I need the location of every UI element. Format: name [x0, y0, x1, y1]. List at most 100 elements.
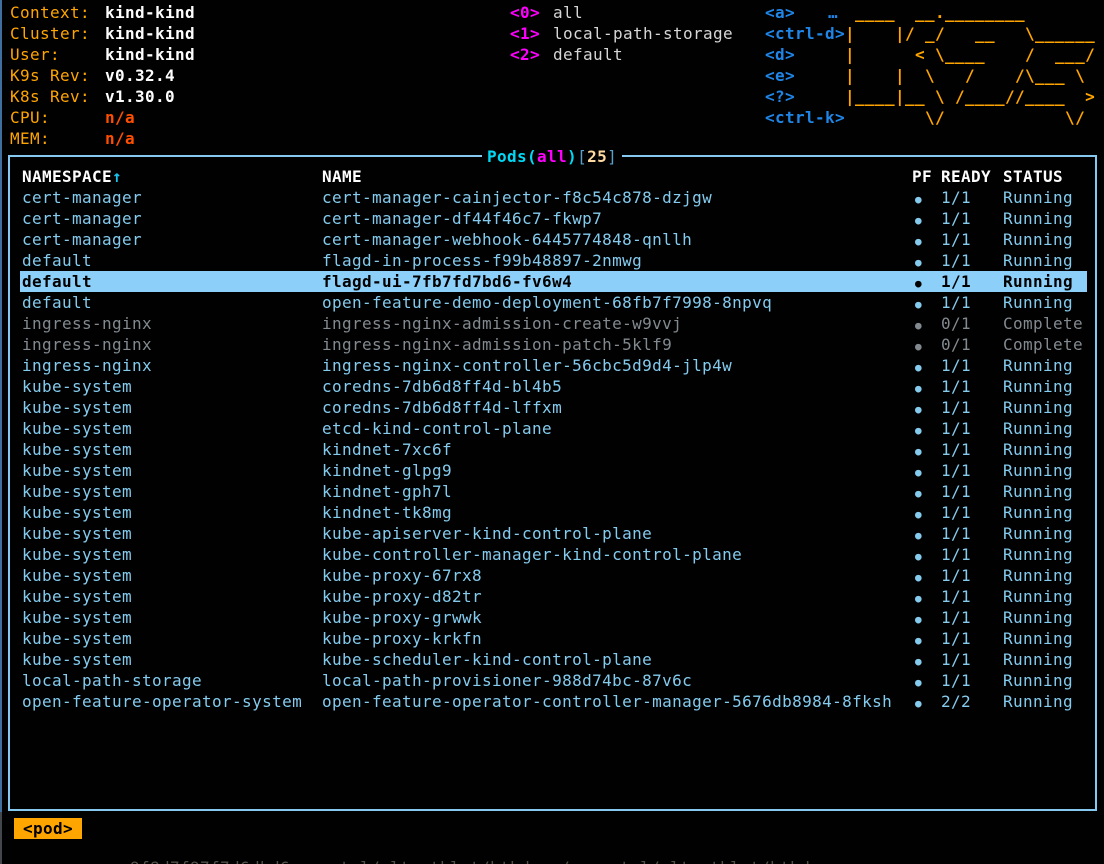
- pod-row[interactable]: kube-systemkube-proxy-d82tr●1/1Running: [20, 586, 1087, 607]
- cell-name: kube-proxy-grwwk: [322, 607, 912, 628]
- info-label: User:: [10, 44, 105, 65]
- resource-name: Pods: [487, 147, 527, 166]
- cell-status: Running: [1003, 292, 1087, 313]
- pod-count: 25: [587, 147, 607, 166]
- pod-row[interactable]: ingress-nginxingress-nginx-admission-pat…: [20, 334, 1087, 355]
- cell-pf: ●: [912, 439, 941, 460]
- cell-name: flagd-in-process-f99b48897-2nmwg: [322, 250, 912, 271]
- cell-namespace: kube-system: [22, 565, 322, 586]
- pod-row[interactable]: cert-managercert-manager-cainjector-f8c5…: [20, 187, 1087, 208]
- cell-name: kindnet-glpg9: [322, 460, 912, 481]
- cell-namespace: kube-system: [22, 460, 322, 481]
- pod-row[interactable]: kube-systemkindnet-glpg9●1/1Running: [20, 460, 1087, 481]
- breadcrumb-pod[interactable]: <pod>: [14, 818, 82, 839]
- cell-pf: ●: [912, 544, 941, 565]
- pod-row[interactable]: kube-systemkindnet-7xc6f●1/1Running: [20, 439, 1087, 460]
- cell-ready: 1/1: [941, 355, 1003, 376]
- pod-rows: cert-managercert-manager-cainjector-f8c5…: [20, 187, 1087, 712]
- cell-status: Running: [1003, 586, 1087, 607]
- namespace-menu-item: <1>local-path-storage: [510, 23, 733, 44]
- cell-ready: 1/1: [941, 397, 1003, 418]
- terminal-left-edge: [0, 0, 2, 812]
- pod-row[interactable]: kube-systemcoredns-7db6d8ff4d-bl4b5●1/1R…: [20, 376, 1087, 397]
- pod-row[interactable]: defaultflagd-ui-7fb7fd7bd6-fv6w4●1/1Runn…: [20, 271, 1087, 292]
- namespace-name: all: [553, 3, 583, 22]
- cluster-info-row: CPU:n/a: [10, 107, 195, 128]
- pod-row[interactable]: kube-systemkube-proxy-krkfn●1/1Running: [20, 628, 1087, 649]
- cell-pf: ●: [912, 481, 941, 502]
- cell-namespace: cert-manager: [22, 187, 322, 208]
- cell-status: Running: [1003, 250, 1087, 271]
- cell-status: Running: [1003, 544, 1087, 565]
- cell-name: kindnet-7xc6f: [322, 439, 912, 460]
- pf-indicator-icon: ●: [915, 193, 922, 206]
- cell-namespace: default: [22, 271, 322, 292]
- cell-pf: ●: [912, 418, 941, 439]
- pod-row[interactable]: kube-systemkube-scheduler-kind-control-p…: [20, 649, 1087, 670]
- pf-indicator-icon: ●: [915, 277, 922, 290]
- pod-row[interactable]: kube-systemkube-proxy-67rx8●1/1Running: [20, 565, 1087, 586]
- column-header-status[interactable]: STATUS: [1003, 166, 1087, 187]
- cell-pf: ●: [912, 649, 941, 670]
- column-header-pf[interactable]: PF: [912, 166, 941, 187]
- cell-status: Running: [1003, 271, 1087, 292]
- cell-namespace: kube-system: [22, 628, 322, 649]
- info-value: kind-kind: [105, 3, 195, 22]
- pod-row[interactable]: kube-systemkube-controller-manager-kind-…: [20, 544, 1087, 565]
- cell-status: Running: [1003, 376, 1087, 397]
- pod-row[interactable]: kube-systemkindnet-gph7l●1/1Running: [20, 481, 1087, 502]
- column-label: STATUS: [1003, 167, 1063, 186]
- pf-indicator-icon: ●: [915, 382, 922, 395]
- cell-namespace: kube-system: [22, 523, 322, 544]
- cell-namespace: kube-system: [22, 418, 322, 439]
- cell-status: Running: [1003, 187, 1087, 208]
- pod-row[interactable]: ingress-nginxingress-nginx-controller-56…: [20, 355, 1087, 376]
- pod-row[interactable]: kube-systemkube-apiserver-kind-control-p…: [20, 523, 1087, 544]
- k9s-ascii-logo: ____ __.________ | |/ _/ __ \______ | < …: [845, 2, 1095, 128]
- cell-name: kube-proxy-krkfn: [322, 628, 912, 649]
- column-header-name[interactable]: NAME: [322, 166, 912, 187]
- cell-ready: 1/1: [941, 250, 1003, 271]
- pod-row[interactable]: kube-systemetcd-kind-control-plane●1/1Ru…: [20, 418, 1087, 439]
- pod-row[interactable]: kube-systemkube-proxy-grwwk●1/1Running: [20, 607, 1087, 628]
- cell-pf: ●: [912, 397, 941, 418]
- cell-pf: ●: [912, 208, 941, 229]
- cell-name: open-feature-demo-deployment-68fb7f7998-…: [322, 292, 912, 313]
- cell-pf: ●: [912, 586, 941, 607]
- info-label: CPU:: [10, 107, 105, 128]
- pod-row[interactable]: ingress-nginxingress-nginx-admission-cre…: [20, 313, 1087, 334]
- pod-row[interactable]: cert-managercert-manager-webhook-6445774…: [20, 229, 1087, 250]
- info-value: n/a: [105, 108, 135, 127]
- info-value: kind-kind: [105, 45, 195, 64]
- pf-indicator-icon: ●: [915, 361, 922, 374]
- pf-indicator-icon: ●: [915, 487, 922, 500]
- pf-indicator-icon: ●: [915, 214, 922, 227]
- pf-indicator-icon: ●: [915, 403, 922, 416]
- pod-row[interactable]: cert-managercert-manager-df44f46c7-fkwp7…: [20, 208, 1087, 229]
- cell-name: etcd-kind-control-plane: [322, 418, 912, 439]
- cell-status: Running: [1003, 523, 1087, 544]
- column-label: NAME: [322, 167, 362, 186]
- pod-row[interactable]: open-feature-operator-systemopen-feature…: [20, 691, 1087, 712]
- cell-status: Running: [1003, 418, 1087, 439]
- pod-row[interactable]: defaultopen-feature-demo-deployment-68fb…: [20, 292, 1087, 313]
- cell-namespace: kube-system: [22, 481, 322, 502]
- cell-status: Running: [1003, 628, 1087, 649]
- pod-row[interactable]: local-path-storagelocal-path-provisioner…: [20, 670, 1087, 691]
- cell-ready: 1/1: [941, 502, 1003, 523]
- cell-ready: 1/1: [941, 628, 1003, 649]
- pod-row[interactable]: kube-systemkindnet-tk8mg●1/1Running: [20, 502, 1087, 523]
- title-bracket-close: ]: [607, 147, 617, 166]
- cell-pf: ●: [912, 670, 941, 691]
- column-header-ready[interactable]: READY: [941, 166, 1003, 187]
- column-header-namespace[interactable]: NAMESPACE↑: [22, 166, 322, 187]
- cluster-info-row: K9s Rev:v0.32.4: [10, 65, 195, 86]
- cell-name: kube-proxy-d82tr: [322, 586, 912, 607]
- cell-name: flagd-ui-7fb7fd7bd6-fv6w4: [322, 271, 912, 292]
- cell-namespace: kube-system: [22, 586, 322, 607]
- cell-status: Running: [1003, 481, 1087, 502]
- cell-ready: 1/1: [941, 292, 1003, 313]
- pod-row[interactable]: kube-systemcoredns-7db6d8ff4d-lffxm●1/1R…: [20, 397, 1087, 418]
- pod-row[interactable]: defaultflagd-in-process-f99b48897-2nmwg●…: [20, 250, 1087, 271]
- cell-name: kindnet-tk8mg: [322, 502, 912, 523]
